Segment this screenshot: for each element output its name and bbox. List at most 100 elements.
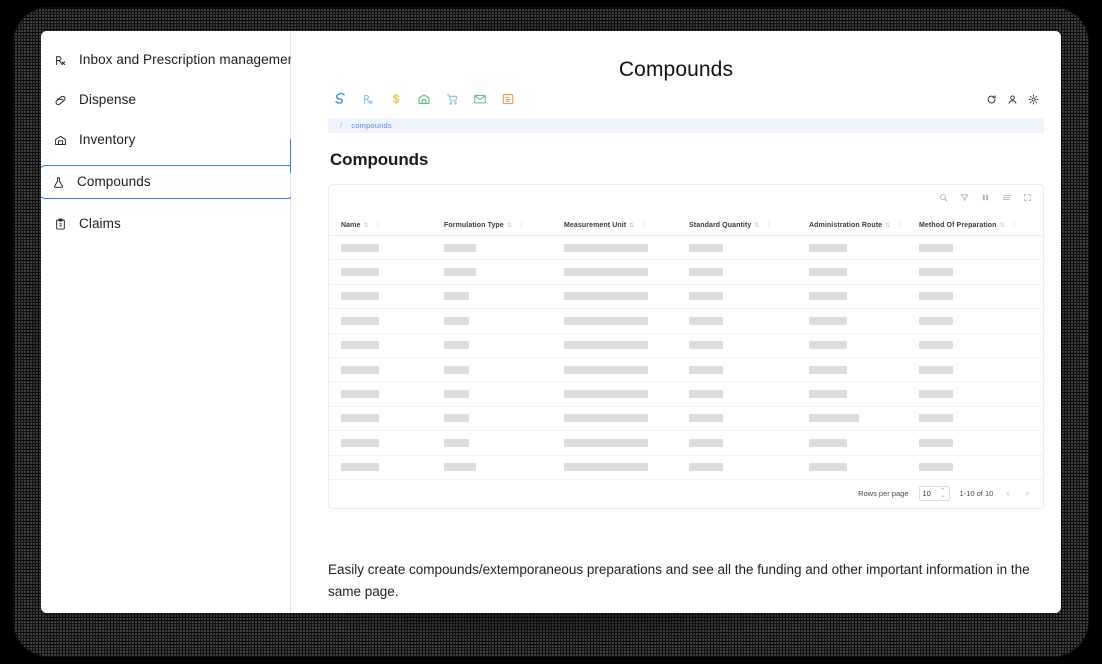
refresh-icon[interactable]	[985, 93, 998, 106]
column-menu-icon[interactable]: ⋮	[640, 221, 647, 229]
mail-icon[interactable]	[471, 91, 488, 108]
table-row[interactable]	[329, 260, 1043, 285]
table-cell	[809, 365, 919, 374]
table-cell	[809, 316, 919, 325]
table-cell	[919, 316, 1037, 325]
density-icon[interactable]	[1001, 192, 1011, 202]
dollar-icon[interactable]	[387, 91, 404, 108]
sort-icon[interactable]: ⇅	[885, 222, 890, 229]
column-header-method-of-preparation[interactable]: Method Of Preparation ⇅ ⋮	[919, 221, 1037, 230]
table-row[interactable]	[329, 456, 1043, 480]
column-header-standard-quantity[interactable]: Standard Quantity ⇅ ⋮	[689, 221, 809, 230]
pill-icon	[53, 93, 68, 108]
table-row[interactable]	[329, 309, 1043, 334]
table-row[interactable]	[329, 334, 1043, 358]
table-cell	[564, 243, 689, 252]
sidebar-item-label: Inbox and Prescription management	[79, 52, 300, 68]
sidebar-item-dispense[interactable]: Dispense	[41, 85, 290, 115]
skeleton-placeholder	[341, 268, 379, 277]
fullscreen-icon[interactable]	[1022, 192, 1032, 202]
sidebar-item-compounds[interactable]: Compounds	[41, 165, 294, 199]
sort-icon[interactable]: ⇅	[363, 222, 368, 229]
columns-icon[interactable]	[980, 192, 990, 202]
skeleton-placeholder	[444, 390, 469, 399]
brand-logo-icon[interactable]	[331, 91, 348, 108]
card-icon[interactable]	[499, 91, 516, 108]
skeleton-placeholder	[444, 463, 476, 472]
skeleton-placeholder	[809, 292, 847, 301]
column-header-label: Standard Quantity	[689, 221, 752, 229]
grid-footer: Rows per page 10 ⌃ ⌄ 1-10 of 10 ‹ ›	[329, 480, 1043, 508]
search-icon[interactable]	[938, 192, 948, 202]
table-cell	[809, 292, 919, 301]
skeleton-placeholder	[689, 341, 723, 350]
warehouse-icon[interactable]	[415, 91, 432, 108]
sidebar-item-inbox-and-prescription-management[interactable]: Inbox and Prescription management	[41, 45, 299, 75]
skeleton-placeholder	[689, 292, 723, 301]
table-cell	[329, 463, 444, 472]
skeleton-placeholder	[341, 390, 379, 399]
sidebar-item-label: Dispense	[79, 92, 137, 108]
sidebar-item-inventory[interactable]: Inventory	[41, 125, 290, 155]
main-content: Compounds / compounds Compounds Name ⇅ ⋮…	[291, 31, 1061, 613]
column-header-formulation-type[interactable]: Formulation Type ⇅ ⋮	[444, 221, 564, 230]
rows-per-page-select[interactable]: 10 ⌃ ⌄	[918, 486, 950, 502]
skeleton-placeholder	[564, 292, 648, 301]
column-header-label: Formulation Type	[444, 221, 504, 229]
table-cell	[809, 414, 919, 423]
table-cell	[444, 365, 564, 374]
table-cell	[329, 365, 444, 374]
skeleton-placeholder	[809, 414, 859, 423]
rx-icon	[53, 53, 68, 68]
skeleton-placeholder	[444, 268, 476, 277]
sort-icon[interactable]: ⇅	[629, 222, 634, 229]
table-row[interactable]	[329, 285, 1043, 310]
table-row[interactable]	[329, 382, 1043, 407]
skeleton-placeholder	[809, 438, 847, 447]
sidebar-item-claims[interactable]: Claims	[41, 209, 290, 239]
settings-icon[interactable]	[1027, 93, 1040, 106]
table-cell	[919, 365, 1037, 374]
skeleton-placeholder	[341, 341, 379, 350]
sort-icon[interactable]: ⇅	[1000, 222, 1005, 229]
column-menu-icon[interactable]: ⋮	[766, 221, 773, 229]
previous-page-button[interactable]: ‹	[1003, 488, 1012, 499]
skeleton-placeholder	[919, 341, 953, 350]
mock-toolbar-right	[985, 93, 1044, 106]
table-row[interactable]	[329, 236, 1043, 261]
filter-icon[interactable]	[959, 192, 969, 202]
screenshot-root: Inbox and Prescription management Dispen…	[0, 0, 1102, 664]
table-cell	[444, 438, 564, 447]
column-menu-icon[interactable]: ⋮	[375, 221, 382, 229]
skeleton-placeholder	[689, 316, 723, 325]
column-menu-icon[interactable]: ⋮	[1011, 221, 1018, 229]
table-cell	[689, 341, 809, 350]
sort-icon[interactable]: ⇅	[507, 222, 512, 229]
rx-icon[interactable]	[359, 91, 376, 108]
skeleton-placeholder	[919, 365, 953, 374]
skeleton-placeholder	[689, 438, 723, 447]
sort-icon[interactable]: ⇅	[754, 222, 759, 229]
table-cell	[919, 414, 1037, 423]
column-header-measurement-unit[interactable]: Measurement Unit ⇅ ⋮	[564, 221, 689, 230]
breadcrumb-item-compounds[interactable]: compounds	[351, 121, 392, 130]
table-cell	[329, 390, 444, 399]
next-page-button[interactable]: ›	[1023, 488, 1032, 499]
table-cell	[444, 414, 564, 423]
column-header-administration-route[interactable]: Administration Route ⇅ ⋮	[809, 221, 919, 230]
column-menu-icon[interactable]: ⋮	[896, 221, 903, 229]
mock-toolbar	[328, 87, 1044, 111]
cart-icon[interactable]	[443, 91, 460, 108]
sidebar-item-label: Inventory	[79, 132, 136, 148]
column-menu-icon[interactable]: ⋮	[518, 221, 525, 229]
grid-body	[329, 236, 1043, 480]
table-row[interactable]	[329, 358, 1043, 383]
table-row[interactable]	[329, 431, 1043, 456]
column-header-name[interactable]: Name ⇅ ⋮	[329, 221, 444, 230]
sidebar-top-spacer	[41, 35, 290, 45]
table-row[interactable]	[329, 407, 1043, 432]
table-cell	[564, 341, 689, 350]
table-cell	[329, 341, 444, 350]
account-icon[interactable]	[1006, 93, 1019, 106]
